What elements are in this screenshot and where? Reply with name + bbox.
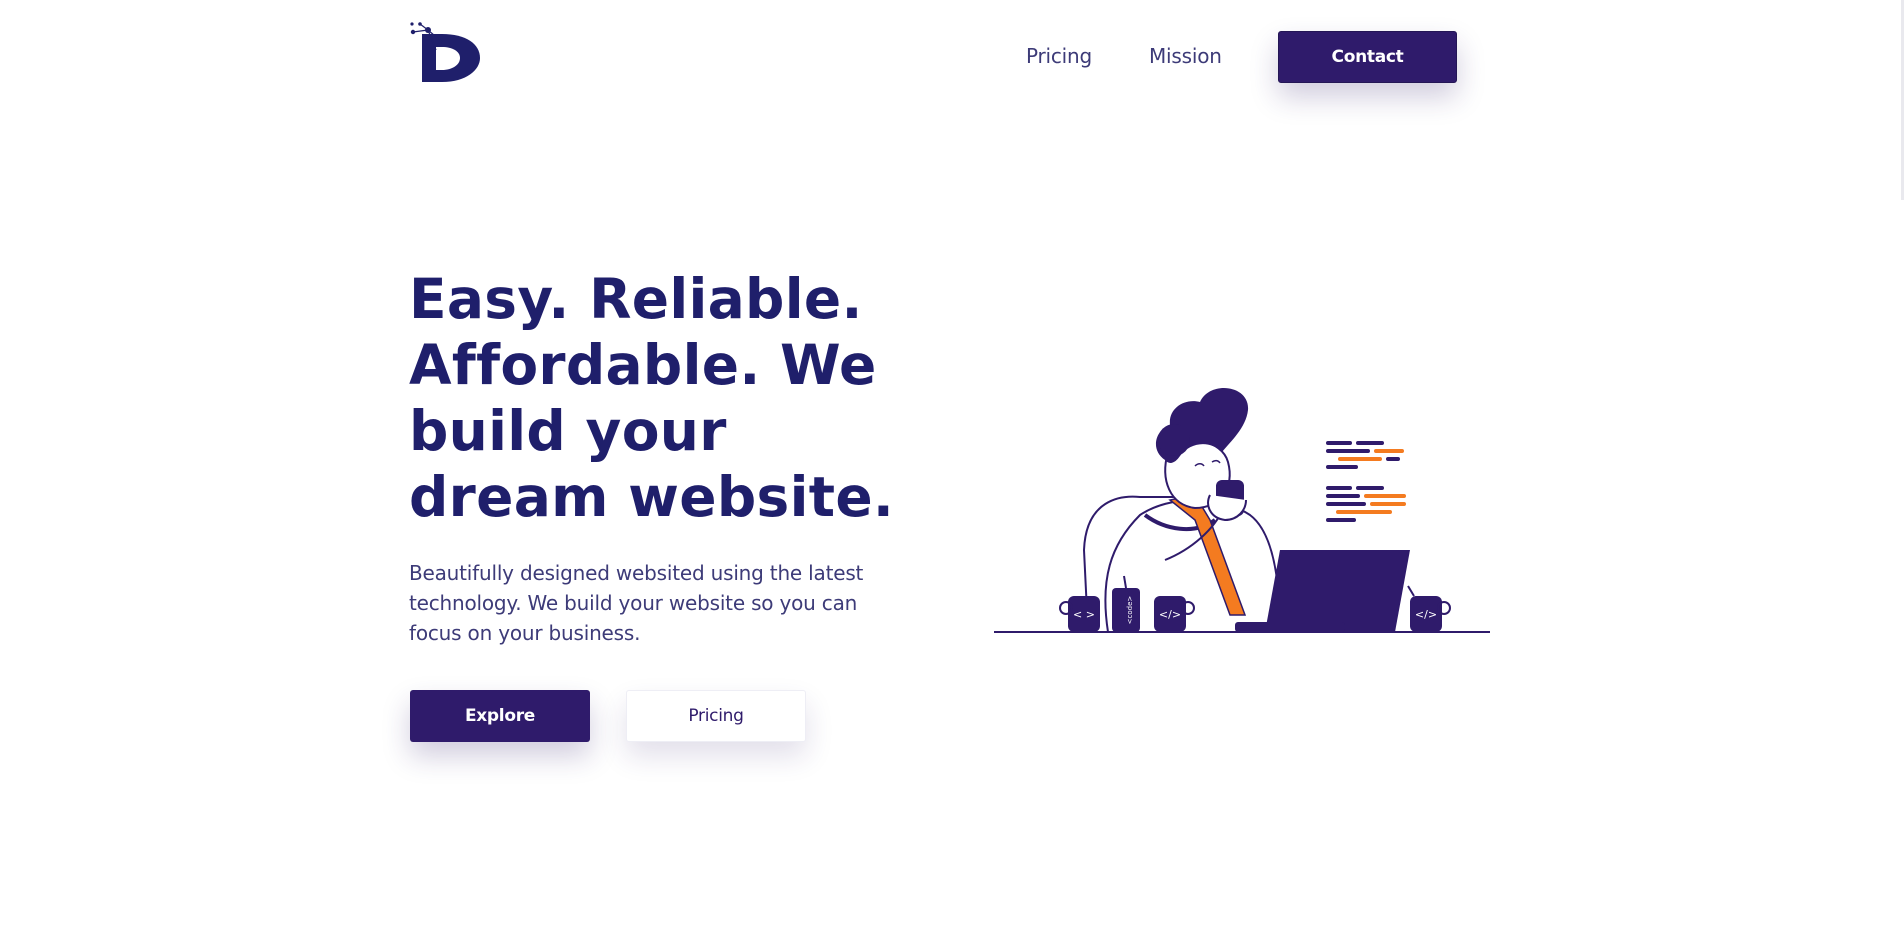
landing-page: Pricing Mission Contact Easy. Reliable. … — [0, 0, 1904, 945]
developer-illustration: < > <code> </> </> — [990, 370, 1490, 640]
contact-button[interactable]: Contact — [1278, 31, 1457, 83]
pricing-button[interactable]: Pricing — [626, 690, 806, 742]
mug-right-label: </> — [1415, 608, 1437, 621]
mug-left-label: < > — [1073, 608, 1095, 621]
explore-button[interactable]: Explore — [410, 690, 590, 742]
can-label: <code> — [1126, 596, 1134, 625]
d-logo-icon[interactable] — [408, 20, 484, 82]
nav-link-mission[interactable]: Mission — [1149, 44, 1222, 68]
nav-link-pricing[interactable]: Pricing — [1026, 44, 1092, 68]
hero-subtitle: Beautifully designed websited using the … — [409, 561, 864, 645]
mug-mid-label: </> — [1159, 608, 1181, 621]
hero-title: Easy. Reliable. Affordable. We build you… — [409, 267, 895, 529]
